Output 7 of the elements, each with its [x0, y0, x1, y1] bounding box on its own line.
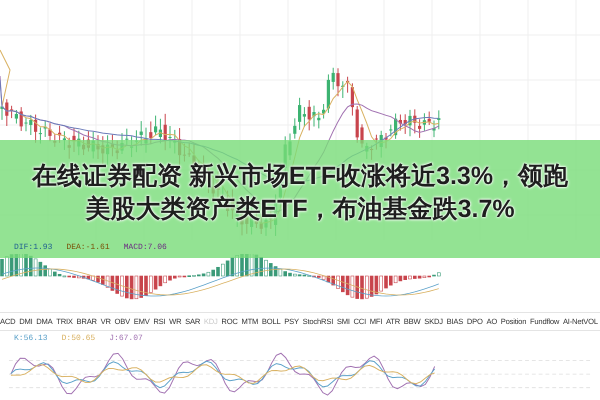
indicator-value: J:67.07: [109, 334, 143, 345]
indicator-value: DEA:-1.61: [66, 243, 110, 254]
headline: 在线证券配资 新兴市场ETF收涨将近3.3%，领跑美股大类资产类ETF，布油基金跌3.7%: [30, 161, 570, 225]
indicator-value: D:50.65: [62, 334, 96, 345]
indicator-value: K:56.13: [14, 334, 48, 345]
indicator-value: MACD:7.06: [124, 243, 167, 254]
indicator-value: DIF:1.93: [14, 243, 52, 254]
